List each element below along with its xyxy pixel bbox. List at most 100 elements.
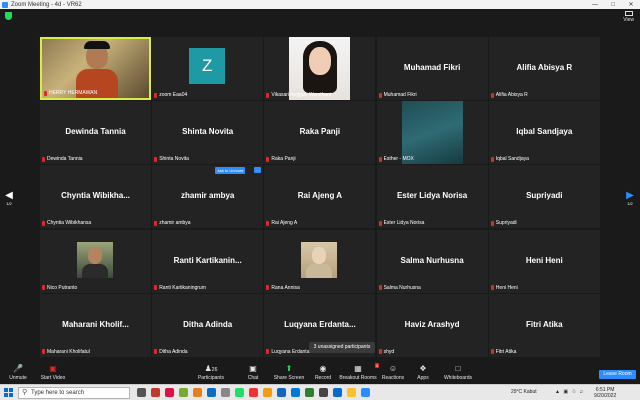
participants-button[interactable]: ♟26 Participants xyxy=(196,363,226,381)
apps-button[interactable]: ❖ Apps xyxy=(414,363,432,381)
participant-tile[interactable]: Iqbal Sandjaya Iqbal Sandjaya xyxy=(488,101,600,165)
view-button[interactable]: View xyxy=(623,11,634,23)
participant-label-text: Luqyana Erdanta xyxy=(271,348,310,355)
clock[interactable]: 6:51 PM 9/20/2022 xyxy=(594,387,616,399)
participant-tile[interactable]: Maharani Kholif... Maharani Kholifatul xyxy=(40,293,151,357)
participant-tile[interactable]: Chyntia Wibikha... Chyntia Wibikhansa xyxy=(40,165,151,229)
participant-tile[interactable]: Haviz Arashyd shyd xyxy=(376,293,488,357)
participant-tile[interactable]: Shinta Novita Shinta Novita xyxy=(152,101,264,165)
participant-name-label: Rai Ajeng A xyxy=(266,220,297,226)
participant-tile[interactable]: Fitri Atika Fitri Atika xyxy=(488,293,600,357)
participant-name-label: Iqbal Sandjaya xyxy=(490,156,529,162)
maximize-button[interactable]: □ xyxy=(604,2,622,8)
whiteboards-button[interactable]: □ Whiteboards xyxy=(442,363,474,381)
share-screen-icon: ⬆ xyxy=(285,364,293,373)
participant-tile[interactable]: Heni Heni Heni Heni xyxy=(488,229,600,293)
participant-tile[interactable]: Nico Putranto xyxy=(40,229,151,293)
participant-display-name: Ester Lidya Norisa xyxy=(396,191,468,201)
taskbar-app-icon[interactable] xyxy=(151,388,160,397)
microphone-muted-icon xyxy=(378,92,382,98)
participant-name-label: Vikasari Anggun Warsthani xyxy=(266,92,331,98)
participant-label-text: Chyntia Wibikhansa xyxy=(47,220,92,227)
microphone-muted-icon xyxy=(266,156,270,162)
microphone-muted-icon xyxy=(378,220,382,226)
shield-icon[interactable] xyxy=(5,12,12,20)
unassigned-participants-notice[interactable]: 3 unassigned participants xyxy=(309,342,375,353)
avatar xyxy=(77,241,113,278)
participant-tile[interactable]: zhamir ambya zhamir ambya Ask to Unmute… xyxy=(152,165,264,229)
chat-button[interactable]: ▣ Chat xyxy=(244,363,262,381)
participant-tile[interactable]: Esther - MOX xyxy=(376,101,488,165)
participant-tile[interactable]: Vikasari Anggun Warsthani xyxy=(264,37,376,100)
breakout-rooms-button[interactable]: ▦ 4 Breakout Rooms xyxy=(339,363,379,381)
close-button[interactable]: ✕ xyxy=(622,1,640,8)
task-view-icon[interactable] xyxy=(137,388,146,397)
share-screen-button[interactable]: ⬆ Share Screen xyxy=(273,363,305,381)
system-tray-icons[interactable]: ▲ ▣ ☃ ♫ xyxy=(555,389,584,395)
participant-display-name: Dewinda Tannia xyxy=(65,127,126,137)
participant-tile[interactable]: Rana Annisa xyxy=(264,229,376,293)
taskbar-app-icon[interactable] xyxy=(207,388,216,397)
participant-tile[interactable]: Ranti Kartikanin... Ranti Kartikaningrum xyxy=(152,229,264,293)
previous-page-button[interactable]: ◀ 1/2 xyxy=(3,190,15,206)
participant-tile[interactable]: Raka Panji Raka Panji xyxy=(264,101,376,165)
microphone-muted-icon xyxy=(266,285,270,291)
participant-tile[interactable]: Salma Nurhusna Salma Nurhusna xyxy=(376,229,488,293)
participant-display-name: Alifia Abisya R xyxy=(516,63,573,72)
taskbar-app-icon[interactable] xyxy=(193,388,202,397)
participant-display-name: Chyntia Wibikha... xyxy=(61,191,130,201)
participant-display-name: Heni Heni xyxy=(525,255,563,265)
participant-label-text: Maharani Kholifatul xyxy=(47,348,90,355)
next-page-button[interactable]: ▶ 1/2 xyxy=(624,190,636,206)
participant-label-text: Esther - MOX xyxy=(383,156,414,163)
ask-to-unmute-button[interactable]: Ask to Unmute xyxy=(215,167,246,175)
leave-room-button[interactable]: Leave Room xyxy=(599,370,636,379)
participant-label-text: Nico Putranto xyxy=(47,284,78,291)
taskbar-search-input[interactable]: ⚲ Type here to search xyxy=(18,387,130,399)
taskbar-app-icon[interactable] xyxy=(235,388,244,397)
taskbar-app-icon[interactable] xyxy=(319,388,328,397)
windows-start-icon[interactable] xyxy=(4,388,13,397)
participant-name-label: Alifia Abisya R xyxy=(490,92,528,98)
weather-widget[interactable]: 29°C Kabut xyxy=(511,389,537,395)
chevron-right-icon: ▶ xyxy=(626,190,634,201)
more-options-button[interactable]: … xyxy=(254,167,262,174)
next-page-indicator: 1/2 xyxy=(627,201,633,206)
word-icon[interactable] xyxy=(277,388,286,397)
participant-name-label: Dewinda Tannia xyxy=(42,156,83,162)
unmute-button[interactable]: 🎤 Unmute xyxy=(6,363,30,381)
minimize-button[interactable]: — xyxy=(586,2,604,8)
participant-tile[interactable]: Muhamad Fikri Muhamad Fikri xyxy=(376,37,488,100)
taskbar-app-icon[interactable] xyxy=(165,388,174,397)
participant-tile[interactable]: Zzoom Eaa04 xyxy=(152,37,264,100)
reactions-button[interactable]: ☺ Reactions xyxy=(381,363,405,381)
participant-tile[interactable]: Dewinda Tannia Dewinda Tannia xyxy=(40,101,151,165)
participant-display-name: Salma Nurhusna xyxy=(400,255,464,265)
participant-display-name: Luqyana Erdanta... xyxy=(284,319,356,329)
participant-tile[interactable]: Alifia Abisya R Alifia Abisya R xyxy=(488,37,600,100)
excel-icon[interactable] xyxy=(305,388,314,397)
firefox-icon[interactable] xyxy=(263,388,272,397)
participant-label-text: shyd xyxy=(383,348,395,355)
microphone-muted-icon xyxy=(378,285,382,291)
edge-icon[interactable] xyxy=(291,388,300,397)
taskbar-app-icon[interactable] xyxy=(249,388,258,397)
zoom-taskbar-icon[interactable] xyxy=(361,388,370,397)
taskbar-app-icon[interactable] xyxy=(333,388,342,397)
reactions-icon: ☺ xyxy=(388,364,398,373)
participant-display-name: Supriyadi xyxy=(526,191,563,201)
taskbar-app-icon[interactable] xyxy=(179,388,188,397)
participant-tile[interactable]: Rai Ajeng A Rai Ajeng A xyxy=(264,165,376,229)
chrome-icon[interactable] xyxy=(347,388,356,397)
participant-display-name: Raka Panji xyxy=(299,127,341,137)
start-video-button[interactable]: ▣ Start Video xyxy=(38,363,68,381)
participant-tile[interactable]: HERRY HERMAWAN xyxy=(40,37,151,100)
participant-tile[interactable]: Supriyadi Supriyadi xyxy=(488,165,600,229)
participant-name-label: Muhamad Fikri xyxy=(378,92,417,98)
taskbar-app-icon[interactable] xyxy=(221,388,230,397)
participant-label-text: Rai Ajeng A xyxy=(271,220,298,227)
participant-tile[interactable]: Ester Lidya Norisa Ester Lidya Norisa xyxy=(376,165,488,229)
participant-name-label: Salma Nurhusna xyxy=(378,285,421,291)
record-button[interactable]: ◉ Record xyxy=(313,363,333,381)
participant-tile[interactable]: Ditha Adinda Ditha Adinda xyxy=(152,293,264,357)
